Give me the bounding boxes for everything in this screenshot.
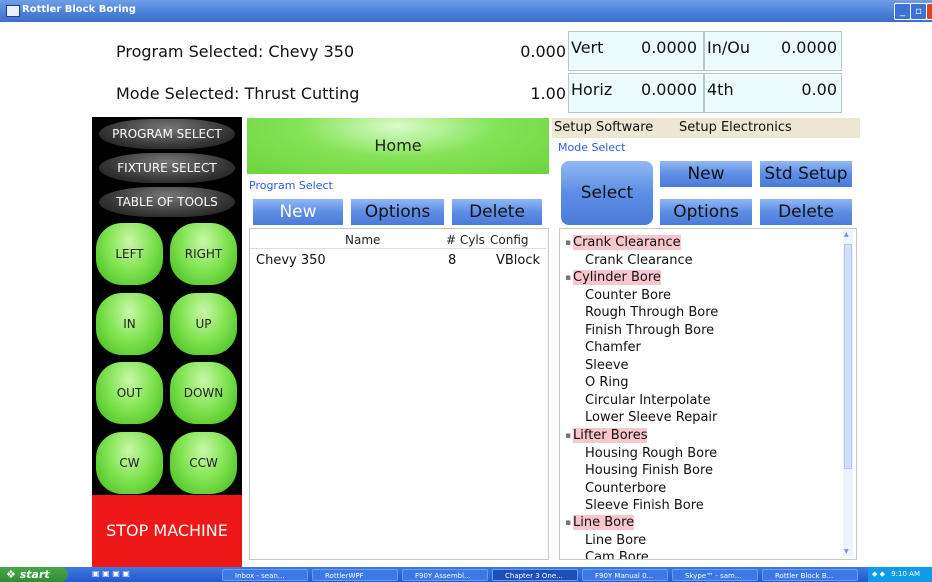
tree-item[interactable]: Housing Finish Bore xyxy=(585,463,713,478)
header-divider xyxy=(250,248,546,249)
mode-selected-label: Mode Selected: Thrust Cutting xyxy=(116,84,360,103)
tree-group-lifter-bores[interactable]: Lifter Bores xyxy=(573,428,648,443)
setup-software-link[interactable]: Setup Software xyxy=(554,120,653,135)
mode-delete-button[interactable]: Delete xyxy=(760,199,852,225)
minimize-button[interactable]: _ xyxy=(894,3,911,20)
mode-select-label: Mode Select xyxy=(558,141,626,154)
value-1: 0.000 xyxy=(520,42,566,61)
tree-group-cylinder-bore[interactable]: Cylinder Bore xyxy=(573,270,661,285)
horiz-label: Horiz xyxy=(571,80,613,99)
title-bar: Rottler Block Boring _ ▫ xyxy=(0,0,932,22)
tree-item[interactable]: O Ring xyxy=(585,375,629,390)
scroll-up-icon[interactable]: ▲ xyxy=(844,231,849,238)
column-header-config[interactable]: Config xyxy=(490,233,529,247)
program-select-label: Program Select xyxy=(249,179,333,192)
scrollbar-thumb[interactable] xyxy=(844,244,852,469)
collapse-icon[interactable]: ▪ xyxy=(565,273,571,283)
window-title: Rottler Block Boring xyxy=(22,4,136,15)
collapse-icon[interactable]: ▪ xyxy=(565,238,571,248)
mode-tree[interactable]: ▪ Crank Clearance Crank Clearance ▪ Cyli… xyxy=(559,228,857,560)
column-header-cyls[interactable]: # Cyls xyxy=(446,233,485,247)
start-button[interactable]: ❖ start xyxy=(0,567,68,582)
tree-item[interactable]: Rough Through Bore xyxy=(585,305,718,320)
program-new-button[interactable]: New xyxy=(253,199,343,225)
inout-readout: In/Ou 0.0000 xyxy=(704,31,842,71)
program-list[interactable]: Name # Cyls Config Chevy 350 8 VBlock xyxy=(249,228,549,560)
taskbar-item-chapter3[interactable]: Chapter 3 One... xyxy=(492,569,578,581)
tree-item[interactable]: Housing Rough Bore xyxy=(585,446,717,461)
app-icon xyxy=(6,5,20,17)
mode-new-button[interactable]: New xyxy=(660,161,752,187)
tree-item[interactable]: Counterbore xyxy=(585,481,666,496)
fourth-label: 4th xyxy=(707,80,734,99)
taskbar-item-skype[interactable]: Skype™ - sam... xyxy=(672,569,758,581)
tree-item[interactable]: Counter Bore xyxy=(585,288,671,303)
program-select-menu[interactable]: PROGRAM SELECT xyxy=(99,119,235,149)
tree-item[interactable]: Circular Interpolate xyxy=(585,393,711,408)
taskbar-item-f90y-assembly[interactable]: F90Y Assembl... xyxy=(402,569,488,581)
inout-value: 0.0000 xyxy=(781,38,837,57)
collapse-icon[interactable]: ▪ xyxy=(565,431,571,441)
quick-launch-icons[interactable]: ▣ ▣ ▣ ▣ xyxy=(92,569,130,578)
taskbar-item-inbox[interactable]: Inbox - sean... xyxy=(222,569,308,581)
tree-item[interactable]: Line Bore xyxy=(585,533,646,548)
setup-bar: Setup Software Setup Electronics xyxy=(552,118,860,138)
taskbar-item-f90y-manual[interactable]: F90Y Manual 0... xyxy=(582,569,668,581)
tree-item[interactable]: Chamfer xyxy=(585,340,641,355)
collapse-icon[interactable]: ▪ xyxy=(565,518,571,528)
column-header-name[interactable]: Name xyxy=(345,233,380,247)
home-button[interactable]: Home xyxy=(247,118,549,174)
program-delete-button[interactable]: Delete xyxy=(452,199,542,225)
tree-item[interactable]: Sleeve Finish Bore xyxy=(585,498,704,513)
fourth-readout: 4th 0.00 xyxy=(704,73,842,113)
windows-logo-icon: ❖ xyxy=(6,568,16,581)
vert-label: Vert xyxy=(571,38,604,57)
std-setup-button[interactable]: Std Setup xyxy=(760,161,852,187)
jog-up-button[interactable]: UP xyxy=(170,293,237,355)
program-config-cell: VBlock xyxy=(496,253,541,268)
fixture-select-menu[interactable]: FIXTURE SELECT xyxy=(99,153,235,183)
jog-in-button[interactable]: IN xyxy=(96,293,163,355)
start-label: start xyxy=(19,568,50,581)
system-tray: ◆ ◆ 9:10 AM xyxy=(868,567,932,582)
tree-item[interactable]: Finish Through Bore xyxy=(585,323,714,338)
taskbar-item-rottlerwpf[interactable]: RottlerWPF xyxy=(312,569,398,581)
program-options-button[interactable]: Options xyxy=(351,199,444,225)
tree-item[interactable]: Cam Bore xyxy=(585,550,649,559)
jog-down-button[interactable]: DOWN xyxy=(170,362,237,424)
jog-right-button[interactable]: RIGHT xyxy=(170,223,237,285)
close-button[interactable] xyxy=(926,3,932,20)
rotate-ccw-button[interactable]: CCW xyxy=(170,432,237,494)
mode-select-button[interactable]: Select xyxy=(561,161,653,225)
rotate-cw-button[interactable]: CW xyxy=(96,432,163,494)
machine-control-panel: PROGRAM SELECT FIXTURE SELECT TABLE OF T… xyxy=(92,117,242,567)
tray-icons[interactable]: ◆ ◆ xyxy=(872,570,885,578)
vert-readout: Vert 0.0000 xyxy=(568,31,704,71)
clock: 9:10 AM xyxy=(891,570,921,578)
fourth-value: 0.00 xyxy=(801,80,837,99)
table-of-tools-menu[interactable]: TABLE OF TOOLS xyxy=(99,187,235,217)
tree-item[interactable]: Lower Sleeve Repair xyxy=(585,410,717,425)
jog-out-button[interactable]: OUT xyxy=(96,362,163,424)
tree-group-crank-clearance[interactable]: Crank Clearance xyxy=(573,235,681,250)
vert-value: 0.0000 xyxy=(641,38,697,57)
value-2: 1.00 xyxy=(530,84,566,103)
setup-electronics-link[interactable]: Setup Electronics xyxy=(679,120,792,135)
horiz-value: 0.0000 xyxy=(641,80,697,99)
program-name-cell: Chevy 350 xyxy=(256,253,326,268)
mode-options-button[interactable]: Options xyxy=(660,199,752,225)
maximize-button[interactable]: ▫ xyxy=(910,3,927,20)
jog-left-button[interactable]: LEFT xyxy=(96,223,163,285)
horiz-readout: Horiz 0.0000 xyxy=(568,73,704,113)
stop-machine-button[interactable]: STOP MACHINE xyxy=(92,495,242,567)
scroll-down-icon[interactable]: ▼ xyxy=(844,548,849,555)
tree-item[interactable]: Sleeve xyxy=(585,358,629,373)
tree-item[interactable]: Crank Clearance xyxy=(585,253,693,268)
program-selected-label: Program Selected: Chevy 350 xyxy=(116,42,355,61)
taskbar-item-rottler-block[interactable]: Rottler Block B... xyxy=(762,569,858,581)
inout-label: In/Ou xyxy=(707,38,750,57)
program-cyls-cell: 8 xyxy=(448,253,457,268)
tree-group-line-bore[interactable]: Line Bore xyxy=(573,515,635,530)
